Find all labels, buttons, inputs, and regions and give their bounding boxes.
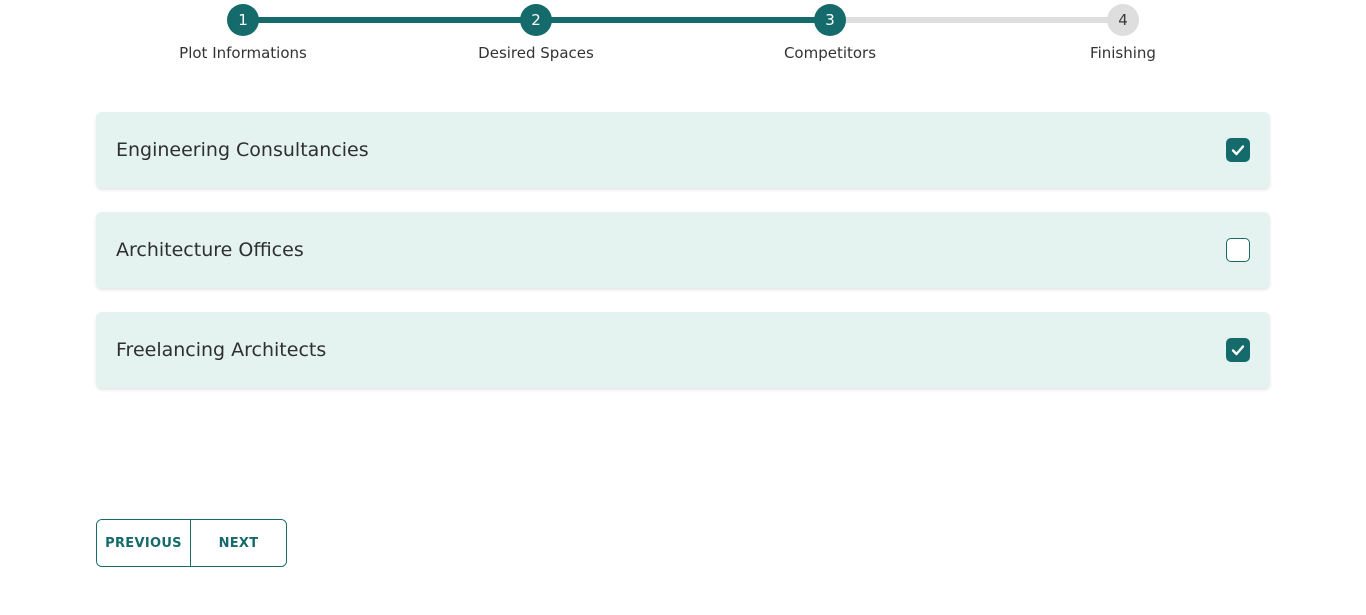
option-label: Architecture Offices xyxy=(116,239,304,261)
checkmark-icon xyxy=(1231,145,1245,156)
option-engineering-consultancies[interactable]: Engineering Consultancies xyxy=(96,112,1270,188)
checkmark-icon xyxy=(1231,345,1245,356)
step-competitors[interactable]: 3 Competitors xyxy=(730,4,930,62)
option-freelancing-architects[interactable]: Freelancing Architects xyxy=(96,312,1270,388)
next-button[interactable]: NEXT xyxy=(191,520,286,566)
progress-stepper: 1 Plot Informations 2 Desired Spaces 3 C… xyxy=(0,0,1366,80)
step-plot-informations[interactable]: 1 Plot Informations xyxy=(143,4,343,62)
step-label: Desired Spaces xyxy=(478,44,594,62)
option-architecture-offices[interactable]: Architecture Offices xyxy=(96,212,1270,288)
step-desired-spaces[interactable]: 2 Desired Spaces xyxy=(436,4,636,62)
option-label: Engineering Consultancies xyxy=(116,139,369,161)
step-label: Competitors xyxy=(783,44,877,62)
wizard-navigation: PREVIOUS NEXT xyxy=(96,519,287,567)
step-label: Finishing xyxy=(1090,44,1156,62)
checkbox-checked[interactable] xyxy=(1226,138,1250,162)
step-number-badge: 4 xyxy=(1107,4,1139,36)
step-number-badge: 3 xyxy=(814,4,846,36)
step-finishing[interactable]: 4 Finishing xyxy=(1023,4,1223,62)
step-number-badge: 1 xyxy=(227,4,259,36)
checkbox-checked[interactable] xyxy=(1226,338,1250,362)
step-number-badge: 2 xyxy=(520,4,552,36)
option-label: Freelancing Architects xyxy=(116,339,327,361)
previous-button[interactable]: PREVIOUS xyxy=(97,520,191,566)
competitor-options-list: Engineering Consultancies Architecture O… xyxy=(96,112,1270,412)
checkbox-unchecked[interactable] xyxy=(1226,238,1250,262)
step-label: Plot Informations xyxy=(179,44,307,62)
